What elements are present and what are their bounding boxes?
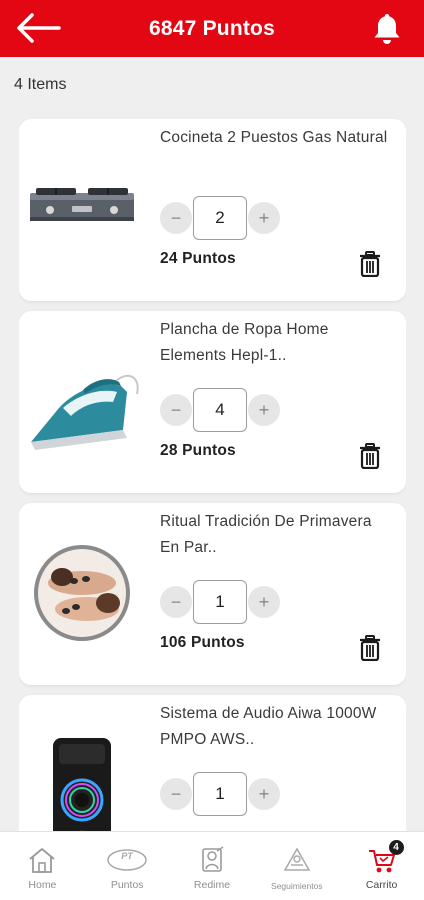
quantity-stepper: − 2 + [160, 196, 280, 240]
trash-icon [360, 635, 380, 662]
gas-stove-image [23, 143, 141, 275]
item-name: Cocineta 2 Puestos Gas Natural [160, 129, 388, 146]
item-points: 24 Puntos [160, 250, 236, 267]
speaker-image [23, 729, 141, 831]
quantity-field[interactable]: 2 [193, 196, 247, 240]
item-name: Plancha de Ropa Home Elements Hepl-1.. [160, 321, 329, 364]
nav-home-label: Home [28, 879, 57, 891]
nav-redime[interactable]: Redime [170, 832, 255, 900]
decrease-quantity-button[interactable]: − [160, 394, 192, 426]
item-points: 106 Puntos [160, 634, 245, 651]
cart-items-list[interactable]: Cocineta 2 Puestos Gas Natural − 2 + 24 … [19, 119, 406, 831]
decrease-quantity-button[interactable]: − [160, 778, 192, 810]
home-icon [24, 844, 60, 876]
nav-seguimientos[interactable]: Seguimientos [254, 832, 339, 900]
nav-carrito[interactable]: 4 Carrito [339, 832, 424, 900]
bottom-navigation: Home PT Puntos Redime Seguimientos 4 Car… [0, 831, 424, 900]
notifications-button[interactable] [372, 12, 402, 46]
cart-item-card: Plancha de Ropa Home Elements Hepl-1.. −… [19, 311, 406, 493]
nav-carrito-label: Carrito [365, 879, 398, 891]
delete-item-button[interactable] [359, 635, 381, 662]
increase-quantity-button[interactable]: + [248, 586, 280, 618]
quantity-stepper: − 4 + [160, 388, 280, 432]
cart-count-badge: 4 [388, 840, 404, 855]
item-points: 28 Puntos [160, 442, 236, 459]
trash-icon [360, 443, 380, 470]
app-header: 6847 Puntos [0, 0, 424, 57]
cart-item-card: Cocineta 2 Puestos Gas Natural − 2 + 24 … [19, 119, 406, 301]
quantity-field[interactable]: 4 [193, 388, 247, 432]
nav-home[interactable]: Home [0, 832, 85, 900]
nav-seguimientos-label: Seguimientos [271, 881, 323, 891]
shopping-cart-icon: 4 [364, 840, 404, 876]
delete-item-button[interactable] [359, 443, 381, 470]
nav-puntos-label: Puntos [110, 879, 144, 891]
increase-quantity-button[interactable]: + [248, 394, 280, 426]
quantity-field[interactable]: 1 [193, 772, 247, 816]
decrease-quantity-button[interactable]: − [160, 202, 192, 234]
increase-quantity-button[interactable]: + [248, 202, 280, 234]
quantity-field[interactable]: 1 [193, 580, 247, 624]
delete-item-button[interactable] [359, 251, 381, 278]
puntos-logo-text: PT [121, 851, 134, 861]
nav-redime-label: Redime [193, 879, 231, 891]
quantity-stepper: − 1 + [160, 772, 280, 816]
item-name: Ritual Tradición De Primavera En Par.. [160, 513, 372, 556]
cart-item-card: Ritual Tradición De Primavera En Par.. −… [19, 503, 406, 685]
increase-quantity-button[interactable]: + [248, 778, 280, 810]
clothes-iron-image [23, 335, 141, 467]
redeem-icon [194, 844, 230, 876]
back-arrow-icon [17, 13, 61, 43]
puntos-logo-icon: PT [106, 844, 148, 876]
nav-puntos[interactable]: PT Puntos [85, 832, 170, 900]
items-count: 4 Items [14, 76, 67, 93]
item-name: Sistema de Audio Aiwa 1000W PMPO AWS.. [160, 705, 377, 748]
tracking-icon [279, 844, 315, 876]
spa-ritual-image [23, 527, 141, 659]
back-button[interactable] [16, 12, 62, 44]
page-title: 6847 Puntos [149, 16, 275, 40]
quantity-stepper: − 1 + [160, 580, 280, 624]
cart-item-card: Sistema de Audio Aiwa 1000W PMPO AWS.. −… [19, 695, 406, 831]
trash-icon [360, 251, 380, 278]
bell-icon [374, 14, 400, 44]
decrease-quantity-button[interactable]: − [160, 586, 192, 618]
